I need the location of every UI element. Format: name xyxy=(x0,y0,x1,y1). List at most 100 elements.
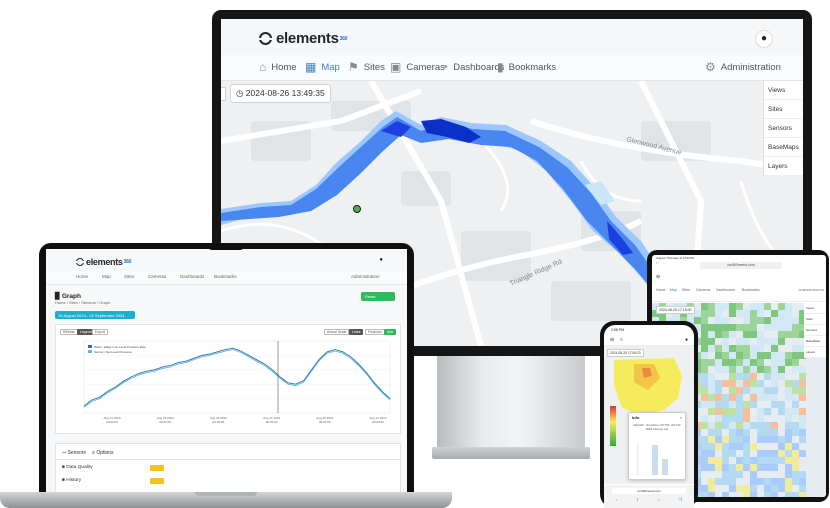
tablet-nav-sites[interactable]: Sites xyxy=(682,288,690,292)
rainfall-cell xyxy=(757,366,764,373)
rainfall-cell xyxy=(799,485,806,492)
breadcrumb[interactable]: Home / Sites / Sensors / Graph xyxy=(55,300,110,305)
rainfall-cell xyxy=(785,429,792,436)
user-icon[interactable]: ● xyxy=(379,257,383,263)
panel-sites[interactable]: Sites xyxy=(764,100,803,119)
x-tick-label: 00:00:00 xyxy=(266,420,278,424)
panel-sensors[interactable]: Sensors xyxy=(804,325,826,336)
nav-sites[interactable]: Sites xyxy=(124,274,134,279)
nav-dashboards[interactable]: Dashboards xyxy=(180,274,204,279)
x-tick-label: 00:00:00 xyxy=(106,420,118,424)
rainfall-cell xyxy=(764,303,771,310)
rainfall-cell xyxy=(778,331,785,338)
rainfall-cell xyxy=(736,359,743,366)
rainfall-cell xyxy=(715,408,722,415)
features-button[interactable]: Features xyxy=(365,329,385,335)
back-icon[interactable]: ‹ › xyxy=(656,261,659,265)
tabs-icon[interactable]: ❐ xyxy=(678,497,682,502)
panel-sensors[interactable]: Sensors xyxy=(764,119,803,138)
menu-icon[interactable]: ≡ xyxy=(620,337,623,343)
nav-map[interactable]: ▦ Map xyxy=(305,60,340,74)
nav-administration[interactable]: Administration xyxy=(351,274,380,279)
rainfall-cell xyxy=(708,338,715,345)
tab-sensors[interactable]: ∾ Sensors xyxy=(62,450,86,456)
nav-bookmarks[interactable]: ▮ Bookmarks xyxy=(497,60,556,74)
reset-button[interactable]: Reset xyxy=(361,292,395,301)
tablet-nav-map[interactable]: Map xyxy=(670,288,677,292)
rainfall-cell xyxy=(701,436,708,443)
map-icon: ▦ xyxy=(305,60,317,74)
rainfall-cell xyxy=(750,394,757,401)
brand-suffix: 360 xyxy=(123,259,132,265)
rainfall-cell xyxy=(736,345,743,352)
panel-layers[interactable]: Layers xyxy=(764,157,803,176)
tablet-url-field[interactable]: cm360meets.com xyxy=(700,262,782,269)
tablet-nav-bookmarks[interactable]: Bookmarks xyxy=(742,288,760,292)
rainfall-cell xyxy=(736,415,743,422)
nav-map[interactable]: Map xyxy=(102,274,111,279)
user-icon[interactable]: ● xyxy=(685,337,688,343)
rainfall-cell xyxy=(729,471,736,478)
rainfall-cell xyxy=(764,457,771,464)
logo-mark-icon[interactable]: ⊖ xyxy=(656,274,660,280)
rainfall-cell xyxy=(701,457,708,464)
rainfall-cell xyxy=(764,492,771,497)
rainfall-cell xyxy=(743,324,750,331)
date-range-picker[interactable]: 19 August 2024 - 02 September 2024 xyxy=(55,311,135,319)
brand-logo[interactable]: elements 360 xyxy=(75,257,132,267)
tablet-nav-dashboards[interactable]: Dashboards xyxy=(716,288,735,292)
panel-views[interactable]: Views xyxy=(764,81,803,100)
phone-rainfall-map[interactable]: 2024-08-25 17:06:23 Info × Rainfall - Su… xyxy=(604,346,694,484)
tablet-nav-cameras[interactable]: Cameras xyxy=(696,288,710,292)
legend-label: Wells / Water Line Level Pressure Raw xyxy=(94,345,147,349)
refresh-button[interactable]: Refresh xyxy=(60,329,79,335)
export-button[interactable]: Export xyxy=(92,329,109,335)
logo-mark-icon[interactable]: ⊖ xyxy=(610,337,614,343)
rainfall-cell xyxy=(799,415,806,422)
rainfall-cell xyxy=(715,394,722,401)
tablet-nav-home[interactable]: Home xyxy=(656,288,665,292)
user-icon[interactable]: ● xyxy=(755,30,773,48)
lines-button[interactable]: Lines xyxy=(349,329,364,335)
brand-logo[interactable]: elements 360 xyxy=(259,30,347,47)
panel-views[interactable]: Views xyxy=(804,303,826,314)
nav-administration[interactable]: ⚙ Administration xyxy=(705,60,781,74)
rainfall-cell xyxy=(771,387,778,394)
nav-home[interactable]: Home xyxy=(76,274,88,279)
nav-dashboards[interactable]: ◔ Dashboards xyxy=(441,60,504,74)
close-icon[interactable]: × xyxy=(680,415,682,420)
tablet-map-panel: Views Sites Sensors BaseMaps Layers xyxy=(804,303,826,358)
nav-sites[interactable]: ⚑ Sites xyxy=(348,60,385,74)
rainfall-cell xyxy=(743,485,750,492)
panel-basemaps[interactable]: BaseMaps xyxy=(764,138,803,157)
panel-basemaps[interactable]: BaseMaps xyxy=(804,336,826,347)
rainfall-cell xyxy=(778,366,785,373)
rainfall-cell xyxy=(750,324,757,331)
nav-home[interactable]: ⌂ Home xyxy=(259,60,297,74)
actual-scale-button[interactable]: Actual Scale xyxy=(324,329,350,335)
rainfall-cell xyxy=(701,422,708,429)
rainfall-cell xyxy=(764,408,771,415)
history-row: ■ History xyxy=(62,478,81,483)
panel-sites[interactable]: Sites xyxy=(804,314,826,325)
history-toggle[interactable] xyxy=(150,478,164,484)
zoom-control[interactable] xyxy=(221,87,226,101)
nav-cameras[interactable]: Cameras xyxy=(148,274,166,279)
tab-options[interactable]: ≡ Options xyxy=(92,450,114,456)
tablet-nav-admin[interactable]: ADMINISTRATION xyxy=(799,288,824,292)
share-icon[interactable]: ⇧ xyxy=(636,497,639,502)
brand-name: elements xyxy=(276,30,339,47)
series-line-1[interactable] xyxy=(83,347,391,407)
nav-cameras[interactable]: ▣ Cameras xyxy=(390,60,445,74)
phone-url-field[interactable]: cm360meets.com xyxy=(612,488,686,494)
rainfall-cell xyxy=(778,457,785,464)
sensor-graph[interactable]: Wells / Water Line Level Pressure RawSen… xyxy=(56,337,400,433)
add-button[interactable]: Add xyxy=(384,329,397,335)
nav-bookmarks[interactable]: Bookmarks xyxy=(214,274,237,279)
data-quality-toggle[interactable] xyxy=(150,465,164,471)
back-icon[interactable]: ‹ xyxy=(616,497,617,502)
rainfall-cell xyxy=(701,492,708,497)
panel-layers[interactable]: Layers xyxy=(804,347,826,358)
bookmark-icon[interactable]: □ xyxy=(658,497,660,502)
tablet-browser-bar: ‹ › cm360meets.com xyxy=(656,261,822,270)
